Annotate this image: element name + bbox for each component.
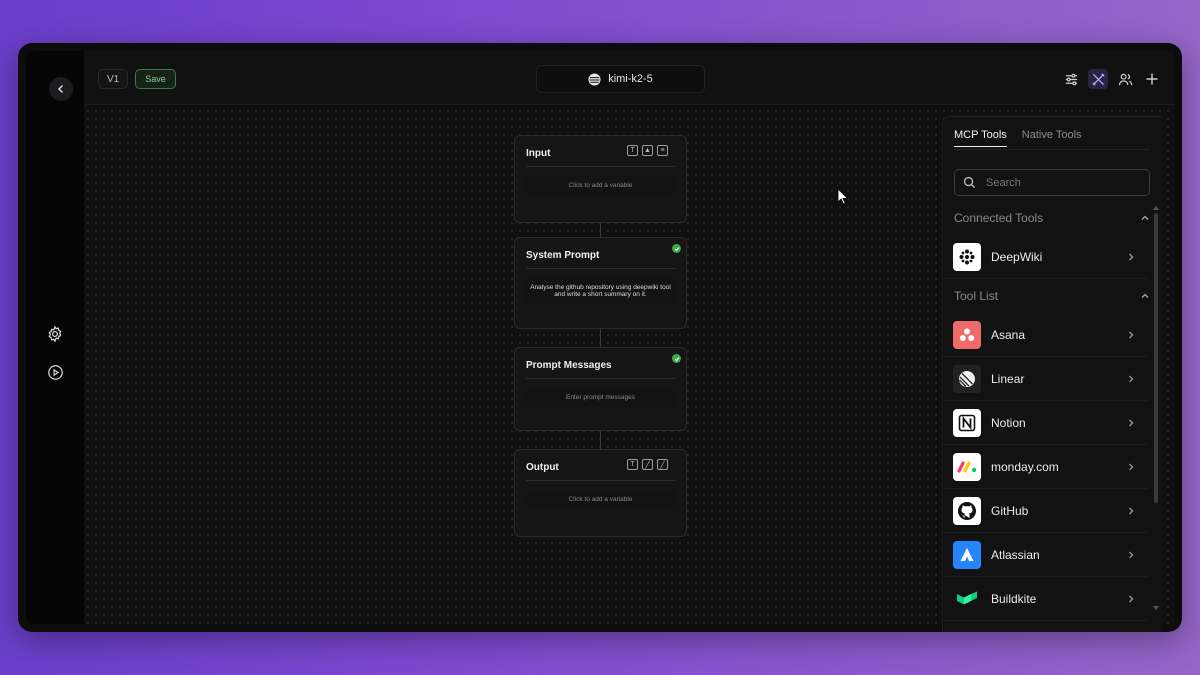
- tool-name: Atlassian: [991, 547, 1040, 562]
- image-type-icon[interactable]: ▲: [642, 145, 653, 156]
- system-prompt-node[interactable]: System Prompt Analyse the github reposit…: [514, 237, 687, 329]
- tool-name: Notion: [991, 415, 1026, 430]
- tool-row-deepwiki[interactable]: DeepWiki: [943, 235, 1148, 279]
- top-bar: V1 Save kimi-k2-5: [84, 51, 1174, 105]
- tool-list-header[interactable]: Tool List: [954, 289, 1150, 303]
- chevron-right-icon: [1129, 595, 1134, 602]
- scroll-up-arrow[interactable]: [1153, 206, 1159, 210]
- output-node[interactable]: Output T ╱ ╱ Click to add a variable: [514, 449, 687, 537]
- tool-row-notion[interactable]: Notion: [943, 401, 1148, 445]
- sliders-icon: [1065, 73, 1077, 85]
- tab-mcp-tools[interactable]: MCP Tools: [954, 129, 1007, 147]
- sliders-button[interactable]: [1061, 69, 1081, 89]
- settings-button[interactable]: [44, 323, 66, 345]
- tool-row-buildkite[interactable]: Buildkite: [943, 577, 1148, 621]
- model-name: kimi-k2-5: [608, 73, 653, 85]
- tool-row-linear[interactable]: Linear: [943, 357, 1148, 401]
- search-input[interactable]: [986, 176, 1136, 189]
- save-button[interactable]: Save: [135, 69, 176, 89]
- chevron-up-icon: [1141, 215, 1149, 220]
- add-variable-placeholder[interactable]: Click to add a variable: [526, 490, 675, 509]
- chevron-right-icon: [1129, 331, 1134, 338]
- document-type-icon[interactable]: ≡: [657, 145, 668, 156]
- divider: [526, 268, 675, 269]
- document-disabled-icon[interactable]: ╱: [657, 459, 668, 470]
- deepwiki-logo: [953, 242, 981, 271]
- divider: [526, 378, 675, 379]
- tool-name: GitHub: [991, 503, 1029, 518]
- add-variable-placeholder[interactable]: Click to add a variable: [526, 176, 675, 195]
- node-type-icons: T ╱ ╱: [627, 459, 668, 470]
- asana-logo: [953, 320, 981, 349]
- input-node[interactable]: Input T ▲ ≡ Click to add a variable: [514, 135, 687, 223]
- node-title: System Prompt: [526, 250, 600, 261]
- status-check-icon: [672, 244, 681, 253]
- run-button[interactable]: [44, 361, 66, 383]
- kimi-model-icon: [588, 72, 601, 86]
- tool-row-asana[interactable]: Asana: [943, 313, 1148, 357]
- tool-row-atlassian[interactable]: Atlassian: [943, 533, 1148, 577]
- section-title: Tool List: [954, 289, 999, 303]
- text-type-icon[interactable]: T: [627, 145, 638, 156]
- tool-tabs: MCP Tools Native Tools: [954, 129, 1082, 147]
- tools-button[interactable]: [1088, 69, 1108, 89]
- tools-icon: [1091, 72, 1105, 86]
- atlassian-logo: [953, 540, 981, 569]
- tab-native-tools[interactable]: Native Tools: [1022, 129, 1082, 147]
- chevron-right-icon: [1129, 463, 1134, 470]
- panel-scrollbar[interactable]: [1154, 213, 1158, 503]
- divider: [526, 480, 675, 481]
- prompt-messages-placeholder[interactable]: Enter prompt messages: [526, 388, 675, 407]
- model-selector[interactable]: kimi-k2-5: [536, 65, 705, 93]
- github-logo: [953, 496, 981, 525]
- chevron-right-icon: [1129, 551, 1134, 558]
- connected-tools-header[interactable]: Connected Tools: [954, 211, 1150, 225]
- chevron-right-icon: [1129, 253, 1134, 260]
- search-box[interactable]: [954, 169, 1150, 196]
- node-title: Prompt Messages: [526, 360, 612, 371]
- version-badge[interactable]: V1: [98, 69, 129, 89]
- play-circle-icon: [47, 364, 63, 380]
- settings-gear-icon: [48, 325, 62, 343]
- node-type-icons: T ▲ ≡: [627, 145, 668, 156]
- prompt-messages-node[interactable]: Prompt Messages Enter prompt messages: [514, 347, 687, 431]
- tool-name: Buildkite: [991, 591, 1037, 606]
- chevron-right-icon: [1129, 419, 1134, 426]
- chevron-right-icon: [1129, 375, 1134, 382]
- image-disabled-icon[interactable]: ╱: [642, 459, 653, 470]
- add-button[interactable]: [1142, 69, 1162, 89]
- left-rail: [26, 51, 84, 624]
- tool-row-github[interactable]: GitHub: [943, 489, 1148, 533]
- status-check-icon: [672, 354, 681, 363]
- users-icon: [1118, 73, 1132, 85]
- plus-icon: [1146, 73, 1158, 85]
- section-title: Connected Tools: [954, 211, 1044, 225]
- chevron-up-icon: [1141, 293, 1149, 298]
- tool-row-monday[interactable]: monday.com: [943, 445, 1148, 489]
- users-button[interactable]: [1115, 69, 1135, 89]
- top-actions: [1061, 69, 1162, 89]
- tool-name: monday.com: [991, 459, 1059, 474]
- tool-name: Asana: [991, 327, 1026, 342]
- buildkite-logo: [953, 585, 981, 613]
- scroll-down-arrow[interactable]: [1153, 606, 1159, 610]
- node-title: Input: [526, 148, 551, 159]
- tools-panel: MCP Tools Native Tools Connected Tools D…: [942, 116, 1162, 632]
- chevron-right-icon: [1129, 507, 1134, 514]
- back-arrow-icon: [58, 85, 63, 93]
- back-button[interactable]: [49, 77, 73, 101]
- search-icon: [963, 176, 976, 189]
- system-prompt-text[interactable]: Analyse the github repository using deep…: [526, 278, 675, 305]
- monday-logo: [953, 452, 981, 481]
- divider: [526, 166, 675, 167]
- node-title: Output: [526, 462, 559, 473]
- tool-name: DeepWiki: [991, 249, 1043, 264]
- text-type-icon[interactable]: T: [627, 459, 638, 470]
- tab-divider: [954, 149, 1150, 150]
- notion-logo: [953, 408, 981, 437]
- linear-logo: [953, 364, 981, 393]
- mouse-cursor-icon: [837, 188, 849, 205]
- tool-name: Linear: [991, 371, 1025, 386]
